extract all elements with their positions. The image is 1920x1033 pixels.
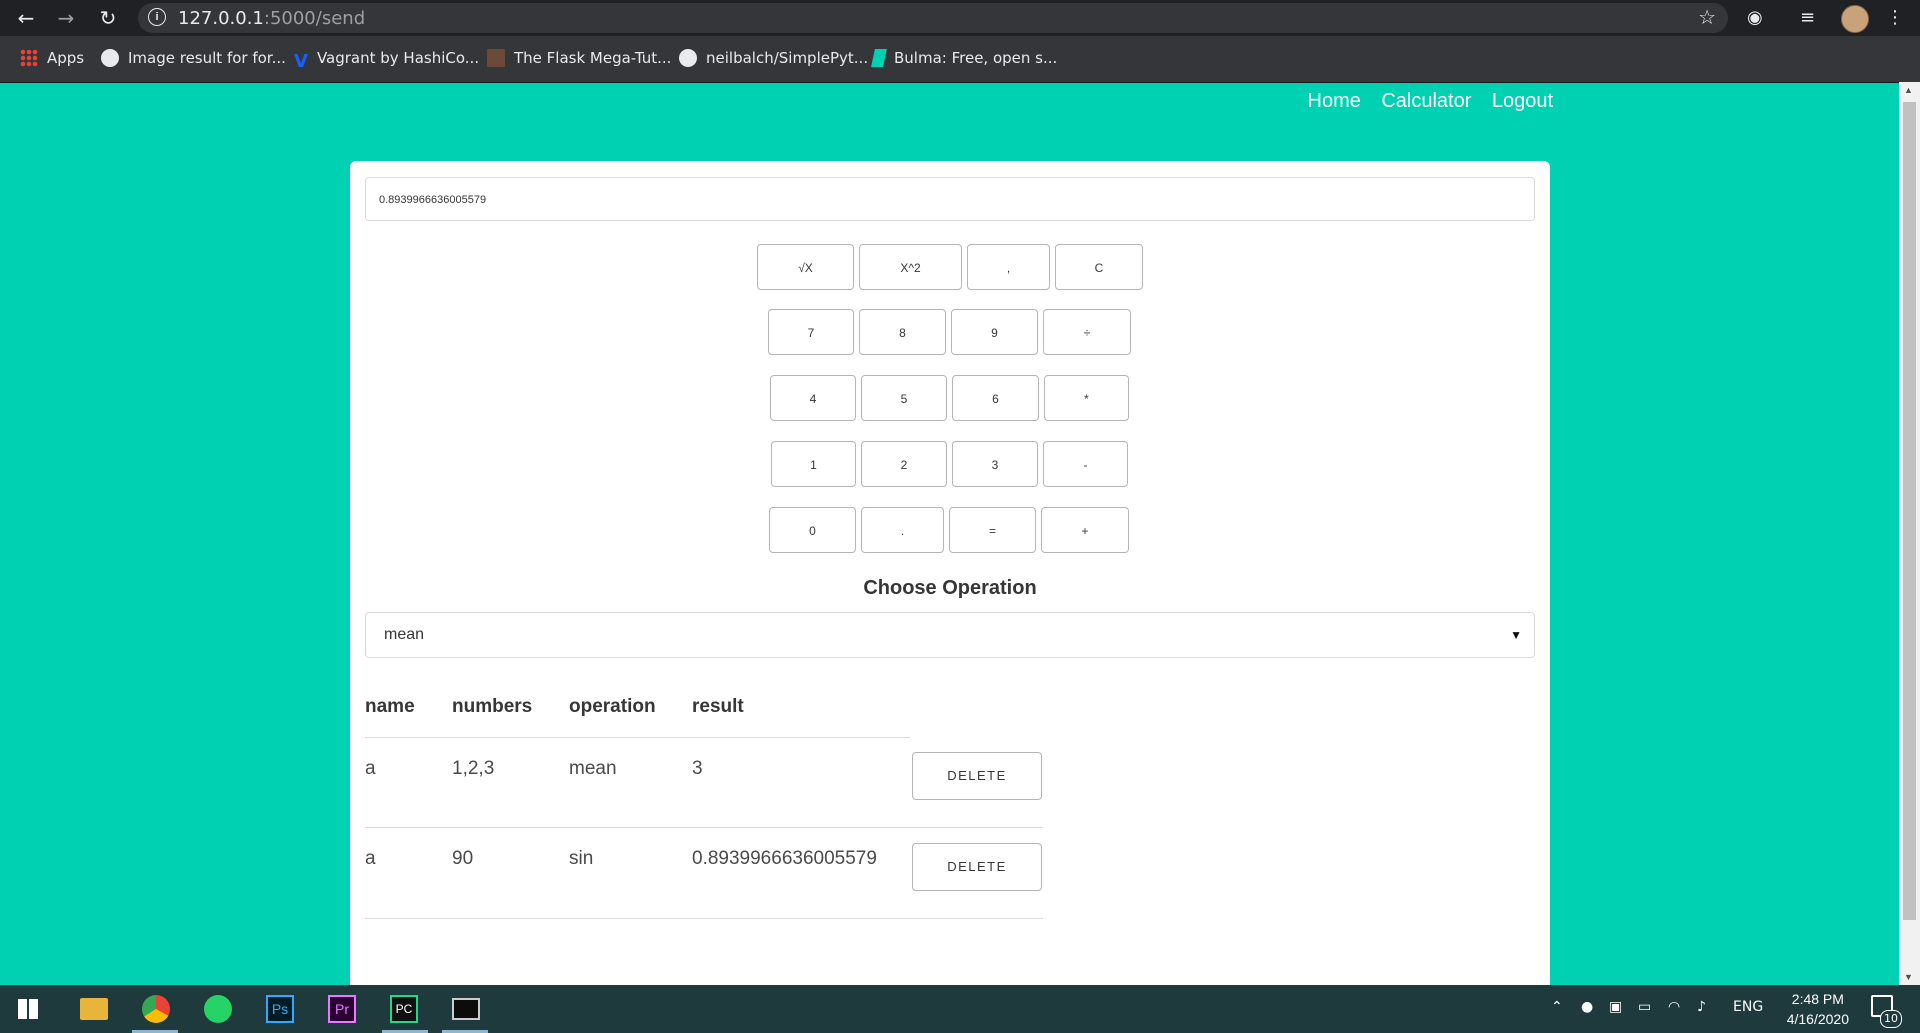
bookmark-bulma[interactable]: Bulma: Free, open s... [871,49,1057,67]
key-square[interactable]: X^2 [859,244,962,290]
bookmark-vagrant[interactable]: V Vagrant by HashiCo... [294,49,479,72]
key-2[interactable]: 2 [861,441,947,487]
clock-date: 4/16/2020 [1786,1011,1849,1027]
pycharm-icon[interactable]: PC [390,995,418,1023]
key-1[interactable]: 1 [771,441,856,487]
info-icon[interactable]: i [148,8,166,26]
key-decimal[interactable]: . [861,507,944,553]
volume-icon[interactable]: ♪ [1697,999,1706,1015]
key-5[interactable]: 5 [861,375,947,421]
clock-time: 2:48 PM [1791,991,1844,1007]
cell-numbers: 1,2,3 [452,758,495,779]
column-header-name: name [365,696,415,717]
nav-calculator-link[interactable]: Calculator [1381,90,1471,112]
row-divider [365,918,1043,919]
file-explorer-icon[interactable] [80,998,108,1020]
delete-button[interactable]: DELETE [912,752,1042,800]
page-scrollbar[interactable]: ▲ ▼ [1899,82,1920,985]
cell-name: a [365,758,376,779]
battery-icon[interactable]: ▭ [1638,999,1651,1015]
whatsapp-icon[interactable] [204,995,232,1023]
key-add[interactable]: + [1041,507,1129,553]
cell-operation: sin [569,848,594,869]
operation-selected-value: mean [384,626,425,643]
key-7[interactable]: 7 [768,309,854,355]
column-header-result: result [692,696,744,717]
photoshop-icon[interactable]: Ps [266,995,294,1023]
bookmarks-bar: Apps Image result for for... V Vagrant by… [0,36,1920,83]
github-icon [679,49,697,67]
operation-select[interactable]: mean ▼ [365,612,1535,658]
calculator-card: 0.8939966636005579 √X X^2 , C 7 8 9 ÷ 4 … [350,161,1550,991]
microphone-icon[interactable]: ● [1581,999,1593,1015]
apps-grid-icon [20,49,38,67]
chevron-up-icon[interactable]: ⌃ [1551,999,1563,1015]
chrome-icon[interactable] [142,995,170,1023]
scrollbar-thumb[interactable] [1903,102,1916,920]
scroll-down-icon[interactable]: ▼ [1904,972,1913,982]
key-0[interactable]: 0 [769,507,856,553]
wifi-icon[interactable]: ◠ [1668,999,1680,1015]
row-divider [365,827,1043,828]
key-9[interactable]: 9 [951,309,1038,355]
nav-logout-link[interactable]: Logout [1492,90,1553,112]
chevron-down-icon: ▼ [1510,628,1522,642]
key-equals[interactable]: = [949,507,1036,553]
key-3[interactable]: 3 [952,441,1038,487]
page-navbar: Home Calculator Logout [1292,90,1553,113]
security-icon[interactable]: ▣ [1609,999,1622,1015]
bookmark-github[interactable]: neilbalch/SimplePyt... [679,49,868,67]
calculator-display[interactable]: 0.8939966636005579 [365,177,1535,221]
menu-icon[interactable]: ⋮ [1886,7,1904,28]
header-divider [365,737,910,738]
cell-numbers: 90 [452,848,474,869]
globe-icon [101,49,119,67]
bookmark-image-result[interactable]: Image result for for... [101,49,286,67]
nav-home-link[interactable]: Home [1308,90,1361,112]
scroll-up-icon[interactable]: ▲ [1904,85,1913,95]
key-clear[interactable]: C [1055,244,1143,290]
cell-result: 3 [692,758,703,779]
key-6[interactable]: 6 [952,375,1039,421]
key-divide[interactable]: ÷ [1043,309,1131,355]
key-sqrt[interactable]: √X [757,244,854,290]
bookmark-star-icon[interactable]: ☆ [1698,5,1716,29]
back-icon[interactable]: ← [14,6,38,30]
url-text: 127.0.0.1:5000/send [178,8,366,29]
bulma-icon [871,49,887,67]
terminal-icon[interactable] [452,998,480,1020]
notification-count: 10 [1880,1010,1902,1028]
browser-toolbar: ← → ↻ i 127.0.0.1:5000/send ☆ ◉ ≡ ⋮ [0,0,1920,36]
delete-button[interactable]: DELETE [912,843,1042,891]
key-comma[interactable]: , [967,244,1050,290]
flask-tutorial-icon [487,49,505,67]
windows-taskbar: Ps Pr PC ⌃ ● ▣ ▭ ◠ ♪ ENG 2:48 PM 4/16/20… [0,985,1920,1033]
reload-icon[interactable]: ↻ [96,6,120,30]
extension-icon[interactable]: ◉ [1747,7,1763,28]
column-header-numbers: numbers [452,696,533,717]
key-4[interactable]: 4 [770,375,856,421]
bookmark-flask[interactable]: The Flask Mega-Tut... [487,49,671,67]
forward-icon[interactable]: → [54,6,78,30]
key-8[interactable]: 8 [859,309,946,355]
key-subtract[interactable]: - [1043,441,1128,487]
address-bar[interactable]: i 127.0.0.1:5000/send ☆ [138,3,1728,33]
cell-operation: mean [569,758,617,779]
windows-start-icon[interactable] [18,999,38,1019]
cell-name: a [365,848,376,869]
profile-avatar[interactable] [1841,5,1869,33]
premiere-icon[interactable]: Pr [328,995,356,1023]
cell-result: 0.8939966636005579 [692,848,877,869]
media-icon[interactable]: ≡ [1800,7,1815,28]
vagrant-icon: V [294,51,308,72]
key-multiply[interactable]: * [1044,375,1129,421]
choose-operation-heading: Choose Operation [863,577,1037,599]
system-clock[interactable]: 2:48 PM 4/16/2020 [1787,989,1849,1029]
language-indicator[interactable]: ENG [1733,999,1763,1015]
column-header-operation: operation [569,696,656,717]
bookmark-apps[interactable]: Apps [20,49,84,67]
